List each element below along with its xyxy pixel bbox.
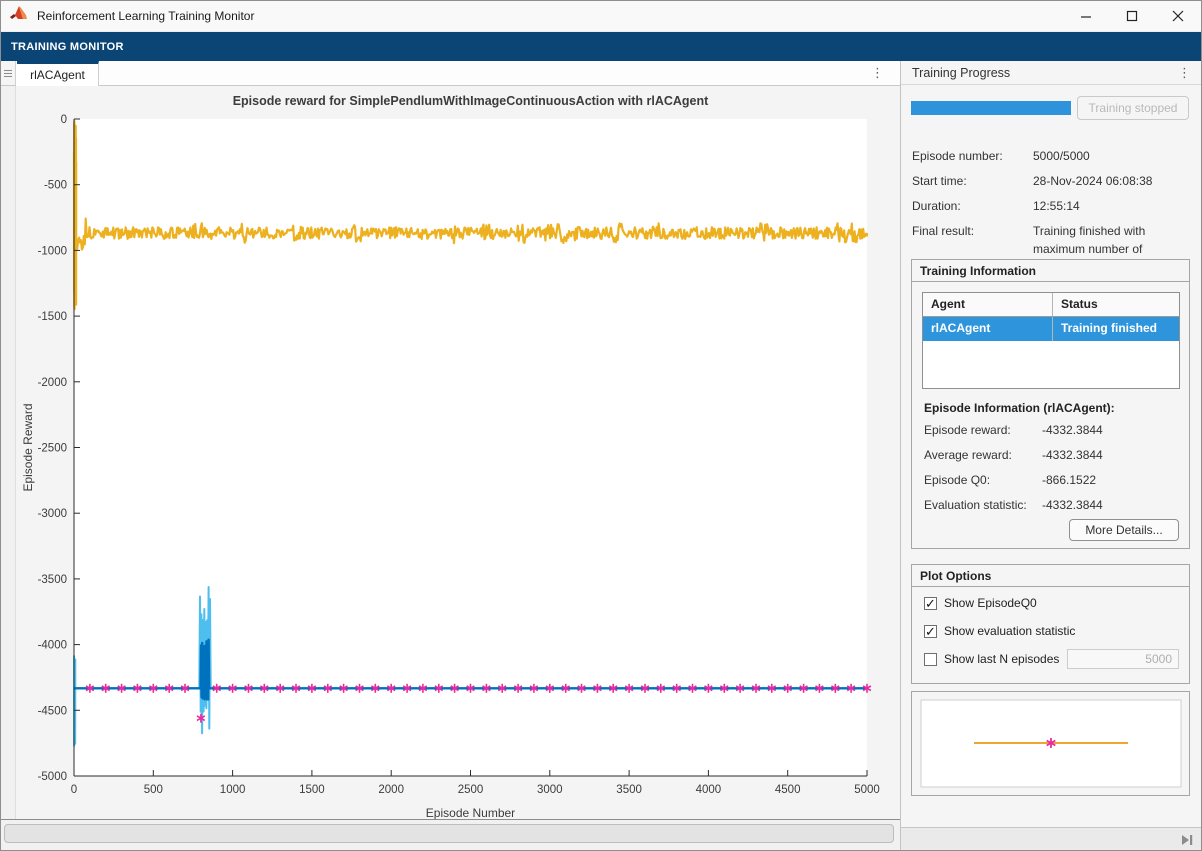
app-window: Reinforcement Learning Training Monitor … bbox=[0, 0, 1202, 851]
svg-text:2000: 2000 bbox=[378, 784, 404, 796]
progress-fill bbox=[911, 101, 1071, 115]
panel-menu-button[interactable]: ⋮ bbox=[1178, 66, 1191, 79]
svg-text:0: 0 bbox=[71, 784, 77, 796]
svg-text:Episode Number: Episode Number bbox=[426, 806, 515, 819]
svg-text:-4000: -4000 bbox=[38, 640, 67, 652]
checkbox-label: Show EpisodeQ0 bbox=[944, 596, 1037, 610]
last-n-episodes-input[interactable] bbox=[1067, 649, 1179, 669]
svg-text:-3500: -3500 bbox=[38, 574, 67, 586]
svg-text:-1000: -1000 bbox=[38, 245, 67, 257]
svg-text:4000: 4000 bbox=[696, 784, 722, 796]
checkbox-label: Show evaluation statistic bbox=[944, 624, 1075, 638]
show-episodeq0-option: Show EpisodeQ0 bbox=[924, 595, 1037, 611]
field-duration: Duration: 12:55:14 bbox=[912, 197, 1189, 215]
expand-panel-icon[interactable] bbox=[1181, 833, 1194, 851]
tab-rlacagent[interactable]: rlACAgent bbox=[17, 61, 99, 86]
panel-bottom-strip bbox=[901, 827, 1201, 850]
progress-bar bbox=[911, 101, 1071, 115]
episode-information-title: Episode Information (rlACAgent): bbox=[924, 401, 1115, 415]
agent-status-table: Agent Status rlACAgent Training finished bbox=[922, 292, 1180, 389]
svg-text:-1500: -1500 bbox=[38, 311, 67, 323]
tab-strip-filler bbox=[99, 61, 900, 86]
progress-row: Training stopped bbox=[911, 96, 1189, 120]
svg-text:-4500: -4500 bbox=[38, 705, 67, 717]
svg-text:1000: 1000 bbox=[220, 784, 246, 796]
training-information-title: Training Information bbox=[912, 260, 1189, 282]
show-last-n-episodes-checkbox[interactable] bbox=[924, 653, 937, 666]
toolstrip: TRAINING MONITOR bbox=[1, 32, 1201, 61]
panel-title: Training Progress bbox=[912, 66, 1010, 80]
matlab-logo-icon bbox=[10, 6, 28, 27]
toolstrip-tab-training-monitor[interactable]: TRAINING MONITOR bbox=[11, 41, 124, 53]
svg-text:5000: 5000 bbox=[854, 784, 880, 796]
panel-body: Training stopped Episode number: 5000/50… bbox=[901, 85, 1201, 850]
close-button[interactable] bbox=[1155, 1, 1201, 31]
collapsed-left-strip bbox=[1, 86, 16, 819]
show-last-n-episodes-option: Show last N episodes bbox=[924, 651, 1059, 667]
svg-text:4500: 4500 bbox=[775, 784, 801, 796]
horizontal-scrollbar-thumb[interactable] bbox=[4, 824, 894, 843]
show-evaluation-statistic-checkbox[interactable] bbox=[924, 625, 937, 638]
training-information-panel: Training Information Agent Status rlACAg… bbox=[911, 259, 1190, 549]
stat-episode-reward: Episode reward: -4332.3844 bbox=[924, 423, 1179, 448]
reward-preview-panel bbox=[911, 691, 1190, 796]
svg-text:Episode Reward: Episode Reward bbox=[21, 403, 35, 491]
document-area: rlACAgent ⋮ 0 500 1000 1500 2000 2500 3000 3500… bbox=[1, 61, 900, 850]
svg-text:1500: 1500 bbox=[299, 784, 325, 796]
field-episode-number: Episode number: 5000/5000 bbox=[912, 147, 1189, 165]
training-stopped-button[interactable]: Training stopped bbox=[1077, 96, 1189, 120]
checkbox-label: Show last N episodes bbox=[944, 652, 1059, 666]
training-progress-panel: Training Progress ⋮ Training stopped Epi… bbox=[900, 61, 1201, 850]
maximize-button[interactable] bbox=[1109, 1, 1155, 31]
episode-stats: Episode reward: -4332.3844 Average rewar… bbox=[924, 423, 1179, 523]
horizontal-scrollbar[interactable] bbox=[1, 819, 900, 850]
more-details-button[interactable]: More Details... bbox=[1069, 519, 1179, 541]
svg-text:-500: -500 bbox=[44, 180, 67, 192]
minimize-button[interactable] bbox=[1063, 1, 1109, 31]
svg-text:-2500: -2500 bbox=[38, 443, 67, 455]
field-start-time: Start time: 28-Nov-2024 06:08:38 bbox=[912, 172, 1189, 190]
svg-text:3000: 3000 bbox=[537, 784, 563, 796]
panel-grip-icon[interactable] bbox=[1, 61, 16, 86]
svg-text:0: 0 bbox=[61, 114, 67, 126]
svg-text:Episode reward for SimplePendl: Episode reward for SimplePendlumWithImag… bbox=[233, 94, 709, 108]
show-evaluation-statistic-option: Show evaluation statistic bbox=[924, 623, 1075, 639]
svg-text:-3000: -3000 bbox=[38, 508, 67, 520]
title-bar: Reinforcement Learning Training Monitor bbox=[1, 1, 1201, 32]
document-tab-strip: rlACAgent ⋮ bbox=[1, 61, 900, 86]
table-row[interactable]: rlACAgent Training finished bbox=[923, 317, 1179, 341]
svg-text:3500: 3500 bbox=[616, 784, 642, 796]
window-controls bbox=[1063, 1, 1201, 31]
plot-options-panel: Plot Options Show EpisodeQ0 Show evaluat… bbox=[911, 564, 1190, 684]
tab-label: rlACAgent bbox=[30, 68, 85, 82]
svg-text:2500: 2500 bbox=[458, 784, 484, 796]
svg-text:500: 500 bbox=[144, 784, 163, 796]
window-title: Reinforcement Learning Training Monitor bbox=[37, 9, 254, 23]
training-chart: 0 500 1000 1500 2000 2500 3000 3500 4000 4500 5000… bbox=[16, 86, 900, 819]
svg-text:-5000: -5000 bbox=[38, 771, 67, 783]
panel-header: Training Progress ⋮ bbox=[901, 61, 1201, 85]
plot-options-title: Plot Options bbox=[912, 565, 1189, 587]
stat-episode-q0: Episode Q0: -866.1522 bbox=[924, 473, 1179, 498]
stat-average-reward: Average reward: -4332.3844 bbox=[924, 448, 1179, 473]
episode-reward-plot: 0 500 1000 1500 2000 2500 3000 3500 4000 4500 5000… bbox=[16, 86, 900, 819]
reward-preview-plot bbox=[912, 692, 1190, 795]
table-header-row: Agent Status bbox=[923, 293, 1179, 317]
show-episodeq0-checkbox[interactable] bbox=[924, 597, 937, 610]
document-menu-button[interactable]: ⋮ bbox=[871, 66, 884, 79]
svg-text:-2000: -2000 bbox=[38, 377, 67, 389]
